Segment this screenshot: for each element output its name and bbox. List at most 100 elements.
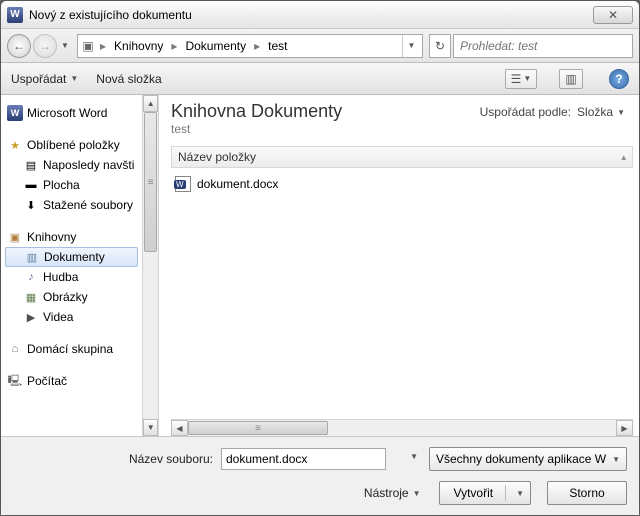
content-body: W Microsoft Word ★ Oblíbené položky ▤ Na… xyxy=(1,95,639,436)
breadcrumb-item[interactable]: test xyxy=(264,35,291,57)
videos-icon: ▶ xyxy=(23,309,39,325)
chevron-down-icon[interactable]: ▼ xyxy=(516,489,524,498)
preview-pane-icon: ▥ xyxy=(565,72,576,86)
nav-history-dropdown[interactable]: ▼ xyxy=(59,34,71,58)
organize-button[interactable]: Uspořádat ▼ xyxy=(11,72,78,86)
chevron-down-icon: ▼ xyxy=(413,489,421,498)
tools-dropdown[interactable]: Nástroje ▼ xyxy=(364,486,421,500)
tree-item-desktop[interactable]: ▬ Plocha xyxy=(5,175,138,195)
library-title: Knihovna Dokumenty xyxy=(171,101,342,122)
tree-item-documents[interactable]: ▥ Dokumenty xyxy=(5,247,138,267)
sort-indicator-icon: ▴ xyxy=(621,152,626,163)
title-bar: W Nový z existujícího dokumentu ✕ xyxy=(1,1,639,29)
button-row: Nástroje ▼ Vytvořit ▼ Storno xyxy=(13,481,627,505)
breadcrumb-bar[interactable]: ▣ ▸ Knihovny ▸ Dokumenty ▸ test ▼ xyxy=(77,34,423,58)
organize-label: Uspořádat xyxy=(11,72,66,86)
title-left-group: W Nový z existujícího dokumentu xyxy=(7,7,192,23)
refresh-button[interactable]: ↻ xyxy=(429,34,451,58)
scroll-right-button[interactable]: ▶ xyxy=(616,420,633,436)
downloads-icon: ⬇ xyxy=(23,197,39,213)
breadcrumb-dropdown[interactable]: ▼ xyxy=(402,35,420,57)
tree-item-music[interactable]: ♪ Hudba xyxy=(5,267,138,287)
scroll-up-button[interactable]: ▲ xyxy=(143,95,158,112)
refresh-icon: ↻ xyxy=(435,39,445,53)
tree-label: Naposledy navšti xyxy=(43,158,134,172)
tree-item-homegroup[interactable]: ⌂ Domácí skupina xyxy=(5,339,138,359)
tree-label: Knihovny xyxy=(27,230,76,244)
view-options-button[interactable]: ☰ ▼ xyxy=(505,69,537,89)
chevron-right-icon: ▸ xyxy=(252,39,262,53)
arrange-label: Uspořádat podle: xyxy=(480,105,571,119)
arrange-value-dropdown[interactable]: Složka ▼ xyxy=(577,105,625,119)
file-name: dokument.docx xyxy=(197,177,278,191)
cancel-button[interactable]: Storno xyxy=(547,481,627,505)
open-button[interactable]: Vytvořit ▼ xyxy=(439,481,531,505)
tree-label: Hudba xyxy=(43,270,78,284)
scroll-down-button[interactable]: ▼ xyxy=(143,419,158,436)
computer-icon: 🖳 xyxy=(7,373,23,389)
tree-item-favorites[interactable]: ★ Oblíbené položky xyxy=(5,135,138,155)
file-list[interactable]: dokument.docx xyxy=(171,168,633,419)
scroll-left-button[interactable]: ◀ xyxy=(171,420,188,436)
tree-label: Microsoft Word xyxy=(27,106,107,120)
view-icon: ☰ xyxy=(511,72,522,86)
filename-row: Název souboru: ▼ Všechny dokumenty aplik… xyxy=(13,447,627,471)
navigation-pane: W Microsoft Word ★ Oblíbené položky ▤ Na… xyxy=(1,95,159,436)
window-title: Nový z existujícího dokumentu xyxy=(29,8,192,22)
word-document-icon xyxy=(175,176,191,192)
help-icon: ? xyxy=(615,72,622,86)
library-subtitle: test xyxy=(171,122,342,136)
tree-item-pictures[interactable]: ▦ Obrázky xyxy=(5,287,138,307)
tree-item-videos[interactable]: ▶ Videa xyxy=(5,307,138,327)
tree-label: Stažené soubory xyxy=(43,198,133,212)
arrange-by: Uspořádat podle: Složka ▼ xyxy=(480,105,625,119)
tree-label: Oblíbené položky xyxy=(27,138,120,152)
tree-item-computer[interactable]: 🖳 Počítač xyxy=(5,371,138,391)
homegroup-icon: ⌂ xyxy=(7,341,23,357)
nav-tree[interactable]: W Microsoft Word ★ Oblíbené položky ▤ Na… xyxy=(1,95,142,436)
filename-input[interactable] xyxy=(221,448,386,470)
chevron-down-icon[interactable]: ▼ xyxy=(410,452,418,461)
dialog-window: W Nový z existujícího dokumentu ✕ ← → ▼ … xyxy=(0,0,640,516)
word-app-icon: W xyxy=(7,7,23,23)
hscroll-track[interactable]: ≡ xyxy=(188,420,616,436)
search-input[interactable] xyxy=(458,38,628,54)
breadcrumb-item[interactable]: Knihovny xyxy=(110,35,167,57)
horizontal-scrollbar[interactable]: ◀ ≡ ▶ xyxy=(171,419,633,436)
search-box[interactable] xyxy=(453,34,633,58)
file-item[interactable]: dokument.docx xyxy=(171,174,633,194)
chevron-right-icon: ▸ xyxy=(169,39,179,53)
tree-label: Domácí skupina xyxy=(27,342,113,356)
close-button[interactable]: ✕ xyxy=(593,6,633,24)
open-label: Vytvořit xyxy=(454,486,494,500)
scroll-thumb[interactable]: ≡ xyxy=(144,112,157,252)
file-type-filter[interactable]: Všechny dokumenty aplikace W ▼ xyxy=(429,447,627,471)
arrange-value: Složka xyxy=(577,105,613,119)
scroll-track[interactable]: ≡ xyxy=(143,112,158,419)
arrow-right-icon: → xyxy=(39,39,51,53)
tree-item-downloads[interactable]: ⬇ Stažené soubory xyxy=(5,195,138,215)
filename-label: Název souboru: xyxy=(13,452,213,466)
library-header: Knihovna Dokumenty test Uspořádat podle:… xyxy=(171,101,633,136)
breadcrumb-item[interactable]: Dokumenty xyxy=(181,35,250,57)
file-list-pane: Knihovna Dokumenty test Uspořádat podle:… xyxy=(159,95,639,436)
filename-combo[interactable]: ▼ xyxy=(221,448,421,470)
filter-label: Všechny dokumenty aplikace W xyxy=(436,452,606,466)
new-folder-button[interactable]: Nová složka xyxy=(96,72,161,86)
column-header-name[interactable]: Název položky ▴ xyxy=(171,146,633,168)
documents-icon: ▥ xyxy=(24,249,40,265)
preview-pane-button[interactable]: ▥ xyxy=(559,69,583,89)
nav-scrollbar[interactable]: ▲ ≡ ▼ xyxy=(142,95,158,436)
back-button[interactable]: ← xyxy=(7,34,31,58)
forward-button[interactable]: → xyxy=(33,34,57,58)
chevron-down-icon: ▼ xyxy=(612,455,620,464)
libraries-icon: ▣ xyxy=(7,229,23,245)
tree-item-libraries[interactable]: ▣ Knihovny xyxy=(5,227,138,247)
chevron-down-icon: ▼ xyxy=(70,74,78,83)
hscroll-thumb[interactable]: ≡ xyxy=(188,421,328,435)
chevron-down-icon: ▼ xyxy=(408,41,416,50)
tree-item-recent[interactable]: ▤ Naposledy navšti xyxy=(5,155,138,175)
tree-item-msword[interactable]: W Microsoft Word xyxy=(5,103,138,123)
help-button[interactable]: ? xyxy=(609,69,629,89)
libraries-icon: ▣ xyxy=(80,39,96,53)
